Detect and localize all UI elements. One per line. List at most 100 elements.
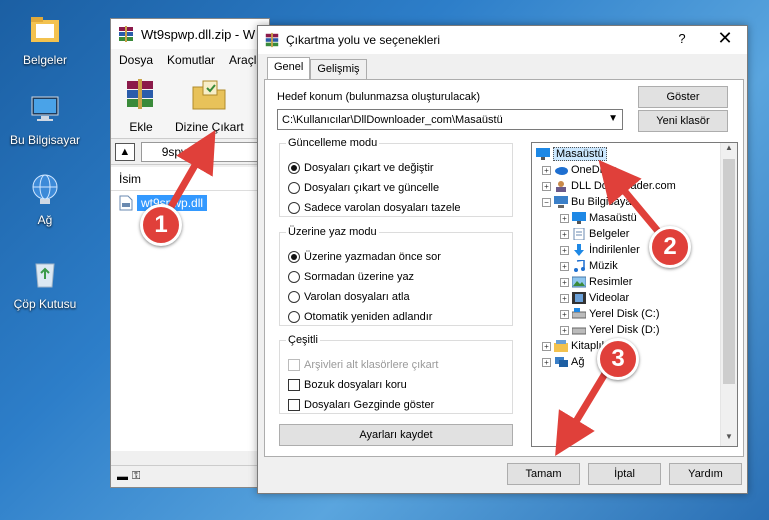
close-button[interactable]: ✕ [713,28,737,49]
radio-overwrite-without-prompt[interactable]: Sormadan üzerine yaz [288,271,414,283]
menu-file[interactable]: Dosya [119,53,153,67]
tree-label: Masaüstü [589,212,637,224]
show-button[interactable]: Göster [638,86,728,108]
tree-label: DLL Downloader.com [571,180,676,192]
disk-status-icon: ▬ [117,470,128,483]
expand-icon[interactable]: + [560,325,569,335]
music-icon [574,260,585,272]
tree-label: Resimler [589,276,633,288]
help-button[interactable]: Yardım [669,463,742,485]
scroll-down-icon[interactable]: ▼ [721,432,737,446]
radio-extract-update[interactable]: Dosyaları çıkart ve güncelle [288,182,439,194]
expand-icon[interactable]: + [560,309,569,319]
user-icon [556,181,566,192]
overwrite-mode-group: Üzerine yaz modu Üzerine yazmadan önce s… [279,226,513,326]
expand-icon[interactable]: + [560,293,569,303]
menu-commands[interactable]: Komutlar [167,53,215,67]
ok-button[interactable]: Tamam [507,463,580,485]
winrar-icon [265,32,279,48]
radio-button[interactable] [288,291,300,303]
tree-item-this-pc[interactable]: − Bu Bilgisayar [542,194,635,210]
tree-item-videos[interactable]: + Videolar [560,290,629,306]
extract-to-button[interactable]: Dizine Çıkart [175,77,244,134]
expand-icon[interactable]: + [560,261,569,271]
collapse-icon[interactable]: − [542,197,551,207]
tree-item-downloads[interactable]: + İndirilenler [560,242,640,258]
desktop-icon-network[interactable]: Ağ [8,172,82,227]
save-settings-button[interactable]: Ayarları kaydet [279,424,513,446]
check-extract-to-subfolders: Arşivleri alt klasörlere çıkart [288,359,438,371]
radio-label: Sadece varolan dosyaları tazele [304,202,461,214]
radio-ask-before-overwrite[interactable]: Üzerine yazmadan önce sor [288,251,441,263]
radio-freshen-existing[interactable]: Sadece varolan dosyaları tazele [288,202,461,214]
archive-add-icon [127,79,153,109]
file-row[interactable]: wt9spwp.dll [111,195,269,211]
radio-button[interactable] [288,182,300,194]
add-button[interactable]: Ekle [121,77,161,134]
recycle-bin-icon [35,263,55,288]
tree-item-onedrive[interactable]: + OneDrive [542,162,617,178]
checkbox [288,359,300,371]
tree-item-disk-d[interactable]: + Yerel Disk (D:) [560,322,660,338]
new-folder-button[interactable]: Yeni klasör [638,110,728,132]
desktop-icon-recycle-bin[interactable]: Çöp Kutusu [8,256,82,311]
checkbox-label: Dosyaları Gezginde göster [304,399,435,411]
cancel-button[interactable]: İptal [588,463,661,485]
desktop-icon-this-pc[interactable]: Bu Bilgisayar [8,92,82,147]
checkbox[interactable] [288,399,300,411]
expand-icon[interactable]: + [560,277,569,287]
tree-item-desktop[interactable]: Masaüstü [536,146,607,162]
dialog-title: Çıkartma yolu ve seçenekleri [286,33,441,47]
radio-rename-automatically[interactable]: Otomatik yeniden adlandır [288,311,432,323]
tree-item-disk-c[interactable]: + Yerel Disk (C:) [560,306,660,322]
expand-icon[interactable]: + [542,341,551,351]
expand-icon[interactable]: + [542,165,551,175]
misc-group: Çeşitli Arşivleri alt klasörlere çıkart … [279,334,513,414]
check-keep-broken-files[interactable]: Bozuk dosyaları koru [288,379,407,391]
tree-scrollbar[interactable]: ▲ ▼ [720,143,737,446]
scroll-thumb[interactable] [723,159,735,384]
checkbox[interactable] [288,379,300,391]
scroll-up-icon[interactable]: ▲ [721,143,737,157]
radio-button[interactable] [288,202,300,214]
tree-item-user[interactable]: + DLL Downloader.com [542,178,676,194]
file-list: wt9spwp.dll [111,191,269,451]
tab-general[interactable]: Genel [267,57,311,79]
chevron-down-icon[interactable]: ▼ [608,113,618,124]
expand-icon[interactable]: + [560,245,569,255]
desktop-icon [572,212,586,224]
documents-icon [573,228,585,240]
check-show-in-explorer[interactable]: Dosyaları Gezginde göster [288,399,434,411]
radio-button[interactable] [288,311,300,323]
radio-label: Sormadan üzerine yaz [304,271,415,283]
winrar-toolbar: Ekle Dizine Çıkart [111,71,269,139]
tree-item-desktop-sub[interactable]: + Masaüstü [560,210,637,226]
radio-button[interactable] [288,251,300,263]
radio-extract-replace[interactable]: Dosyaları çıkart ve değiştir [288,162,434,174]
network-icon [32,174,58,204]
expand-icon[interactable]: + [542,181,551,191]
radio-button[interactable] [288,162,300,174]
archive-path-field[interactable]: 9spwp.d [140,141,269,162]
expand-icon[interactable]: + [560,213,569,223]
tree-item-pictures[interactable]: + Resimler [560,274,632,290]
expand-icon[interactable]: + [542,357,551,367]
desktop-icon-documents[interactable]: Belgeler [8,12,82,67]
tab-advanced[interactable]: Gelişmiş [310,59,367,79]
misc-legend: Çeşitli [288,334,318,346]
folder-tree: Masaüstü + OneDrive + DLL Downloader.com… [531,142,738,447]
tree-item-network[interactable]: + Ağ [542,354,584,370]
expand-icon[interactable]: + [560,229,569,239]
up-folder-button[interactable]: ▲ [115,142,135,161]
destination-label: Hedef konum (bulunmazsa oluşturulacak) [277,91,480,103]
network-icon [555,357,568,367]
destination-path-combobox[interactable]: C:\Kullanıcılar\DllDownloader_com\Masaüs… [277,109,623,130]
folder-icon [31,17,59,42]
tree-item-music[interactable]: + Müzik [560,258,618,274]
desktop-icon [536,148,550,160]
radio-skip-existing[interactable]: Varolan dosyaları atla [288,291,410,303]
column-header-name[interactable]: İsim [111,167,269,191]
radio-button[interactable] [288,271,300,283]
tree-item-documents[interactable]: + Belgeler [560,226,629,242]
help-question-button[interactable]: ? [673,31,691,46]
